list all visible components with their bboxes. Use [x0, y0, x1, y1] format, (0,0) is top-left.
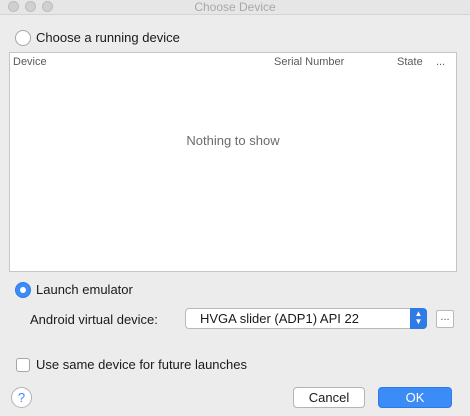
- empty-table-message: Nothing to show: [186, 133, 280, 148]
- same-device-checkbox[interactable]: [16, 358, 30, 372]
- avd-label: Android virtual device:: [30, 312, 158, 327]
- cancel-button[interactable]: Cancel: [293, 387, 365, 408]
- avd-more-button[interactable]: ...: [436, 310, 454, 328]
- ok-button[interactable]: OK: [378, 387, 452, 408]
- window-title: Choose Device: [194, 0, 276, 14]
- device-table[interactable]: Device Serial Number State ... Nothing t…: [9, 52, 457, 272]
- choose-running-device-label[interactable]: Choose a running device: [36, 30, 180, 45]
- title-bar: Choose Device: [0, 0, 470, 15]
- column-options-menu[interactable]: ...: [436, 56, 445, 68]
- choose-running-device-radio[interactable]: [15, 30, 31, 46]
- help-button[interactable]: ?: [11, 387, 32, 408]
- same-device-label[interactable]: Use same device for future launches: [36, 357, 247, 372]
- column-header-state[interactable]: State: [397, 56, 423, 68]
- avd-selected-value: HVGA slider (ADP1) API 22: [200, 311, 359, 326]
- column-header-serial-number[interactable]: Serial Number: [274, 56, 344, 68]
- up-down-arrows-icon: ▲ ▼: [410, 308, 427, 329]
- launch-emulator-label[interactable]: Launch emulator: [36, 282, 133, 297]
- launch-emulator-radio[interactable]: [15, 282, 31, 298]
- avd-select[interactable]: HVGA slider (ADP1) API 22 ▲ ▼: [185, 308, 427, 329]
- column-header-device[interactable]: Device: [13, 56, 47, 68]
